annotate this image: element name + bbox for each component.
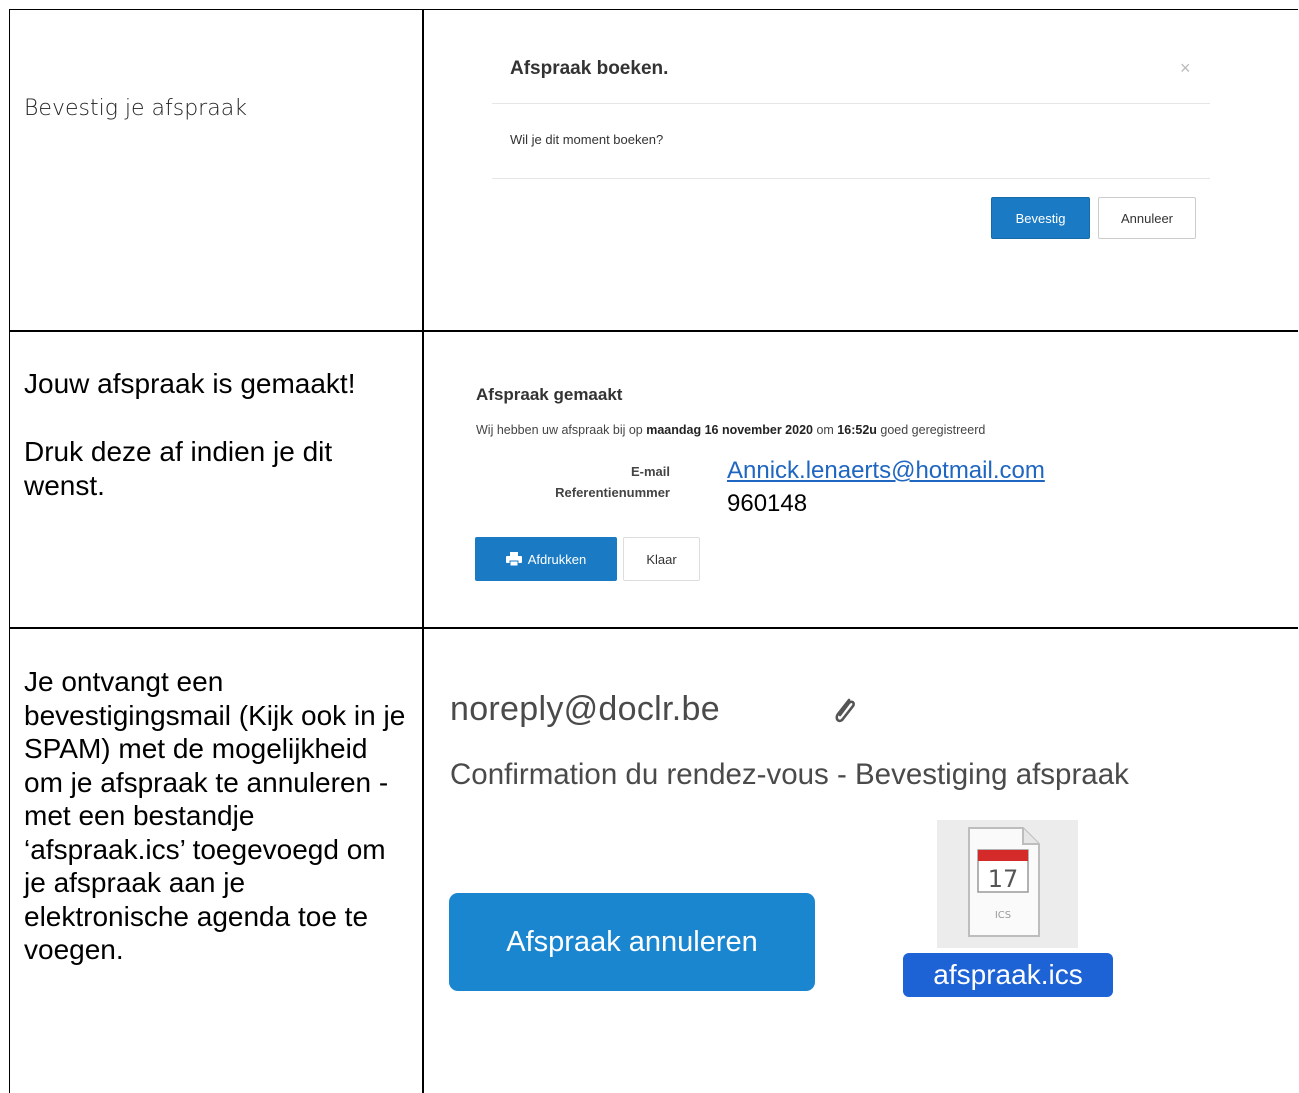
- message-suffix: goed geregistreerd: [876, 423, 986, 437]
- row-divider: [9, 330, 1298, 332]
- close-icon[interactable]: ×: [1180, 58, 1191, 79]
- step-made-line-2: Druk deze af indien je dit wenst.: [24, 436, 333, 501]
- paperclip-icon: [835, 698, 855, 723]
- email-subject: Confirmation du rendez-vous - Bevestigin…: [450, 758, 1129, 791]
- email-sender: noreply@doclr.be: [450, 690, 720, 728]
- message-mid: om: [812, 423, 838, 437]
- calendar-file-icon: 17 ICS: [968, 827, 1040, 937]
- cancel-button[interactable]: Annuleer: [1098, 197, 1196, 239]
- cancel-appointment-button[interactable]: Afspraak annuleren: [449, 893, 815, 991]
- calendar-day: 17: [988, 865, 1019, 893]
- dialog-divider: [492, 103, 1210, 104]
- confirm-button[interactable]: Bevestig: [991, 197, 1090, 239]
- appointment-time: 16:52u: [837, 423, 877, 437]
- dialog-title: Afspraak boeken.: [510, 58, 669, 79]
- step-made-text: Jouw afspraak is gemaakt! Druk deze af i…: [24, 367, 414, 503]
- confirmation-title: Afspraak gemaakt: [476, 385, 623, 404]
- row-divider: [9, 627, 1298, 629]
- message-prefix: Wij hebben uw afspraak bij op: [476, 423, 647, 437]
- dialog-question: Wil je dit moment boeken?: [510, 132, 664, 147]
- step-made-line-1: Jouw afspraak is gemaakt!: [24, 368, 356, 399]
- reference-number: 960148: [727, 490, 808, 517]
- column-divider: [422, 9, 424, 1093]
- file-type-label: ICS: [995, 910, 1011, 921]
- print-label: Afdrukken: [527, 551, 587, 567]
- printer-icon: [505, 552, 522, 566]
- dialog-divider: [492, 178, 1210, 179]
- print-button[interactable]: Afdrukken: [475, 537, 617, 581]
- step-email-text: Je ontvangt een bevestigingsmail (Kijk o…: [24, 666, 406, 965]
- reference-label: Referentienummer: [555, 485, 670, 500]
- email-label: E-mail: [630, 464, 670, 479]
- confirmation-message: Wij hebben uw afspraak bij op maandag 16…: [476, 423, 985, 437]
- appointment-date: maandag 16 november 2020: [646, 423, 813, 437]
- step-confirm-text: Bevestig je afspraak: [24, 96, 247, 121]
- attachment-name[interactable]: afspraak.ics: [903, 953, 1113, 997]
- email-link[interactable]: Annick.lenaerts@hotmail.com: [727, 457, 1045, 485]
- done-button[interactable]: Klaar: [623, 537, 700, 581]
